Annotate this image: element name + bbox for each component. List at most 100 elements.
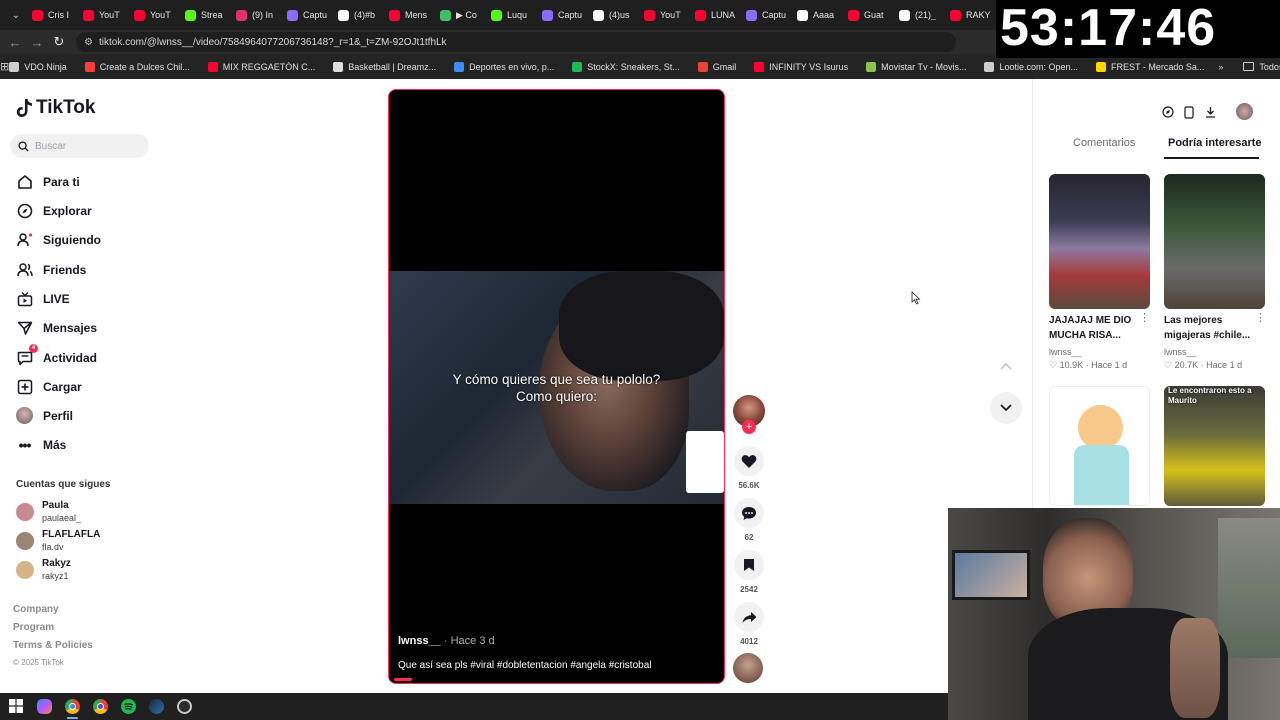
browser-tab[interactable]: YouT [77, 0, 128, 30]
compass-small-icon[interactable] [1161, 105, 1175, 119]
browser-tab[interactable]: YouT [638, 0, 689, 30]
download-icon[interactable] [1203, 105, 1217, 119]
video-progress[interactable] [394, 678, 412, 681]
messages-icon [16, 319, 33, 336]
more-bookmarks-icon[interactable]: » [1218, 62, 1223, 72]
following-account[interactable]: Paula paulaeal_ [16, 500, 81, 524]
bookmark-item[interactable]: Gmail [697, 61, 736, 72]
recommended-title-2[interactable]: Las mejores migajeras #chile... [1164, 313, 1254, 343]
following-text: Rakyz rakyz1 [42, 558, 71, 582]
follow-plus-icon[interactable]: + [742, 420, 756, 434]
reload-icon[interactable]: ↻ [48, 34, 70, 50]
browser-tab[interactable]: Luqu [485, 0, 536, 30]
device-icon[interactable] [1182, 105, 1196, 119]
recommended-thumbnail-2[interactable] [1164, 174, 1265, 309]
browser-tab[interactable]: (9) In [230, 0, 281, 30]
browser-tab[interactable]: Cris I [26, 0, 77, 30]
bookmark-item[interactable]: VDO.Ninja [9, 61, 67, 72]
browser-tab[interactable]: Captu [536, 0, 587, 30]
bookmark-item[interactable]: Movistar Tv - Movis... [866, 61, 966, 72]
browser-tab[interactable]: LUNA [689, 0, 740, 30]
author-name: lwnss__ [398, 635, 441, 647]
nav-explorar[interactable]: Explorar [16, 202, 92, 219]
nav-actividad[interactable]: 4 Actividad [16, 344, 97, 366]
card-menu-icon[interactable]: ⋮ [1255, 311, 1266, 324]
browser-tab[interactable]: (4)#b [332, 0, 383, 30]
recommended-thumbnail-3[interactable] [1049, 386, 1150, 506]
site-info-icon[interactable]: ⚙ [84, 37, 93, 48]
browser-tab[interactable]: Guat [842, 0, 893, 30]
forward-icon[interactable]: → [26, 35, 48, 50]
recommended-thumbnail-1[interactable] [1049, 174, 1150, 309]
browser-tab[interactable]: (4)us [587, 0, 638, 30]
spotify-icon[interactable] [121, 699, 136, 714]
nav-para-ti[interactable]: Para ti [16, 173, 80, 190]
browser-tab[interactable]: Aaaa [791, 0, 842, 30]
following-account[interactable]: FLAFLAFLA fla.dv [16, 529, 100, 553]
nav-label: Cargar [43, 379, 82, 394]
bookmark-label: MIX REGGAETÓN C... [222, 61, 316, 72]
address-bar[interactable]: ⚙ tiktok.com/@lwnss__/video/758496407720… [76, 32, 956, 52]
tab-search-chevron-icon[interactable]: ⌄ [6, 10, 26, 21]
copilot-icon[interactable] [37, 699, 52, 714]
nav-mensajes[interactable]: Mensajes [16, 319, 97, 336]
windows-start-icon[interactable] [9, 699, 24, 714]
tab-podria-interesarte[interactable]: Podría interesarte [1168, 137, 1262, 149]
save-button[interactable] [734, 550, 764, 580]
recommended-author-1[interactable]: lwnss__ [1049, 347, 1082, 357]
nav-siguiendo[interactable]: Siguiendo [16, 231, 101, 248]
tiktok-logo[interactable]: TikTok [16, 97, 95, 119]
card-menu-icon[interactable]: ⋮ [1139, 311, 1150, 324]
footer-terms[interactable]: Terms & Policies [13, 640, 93, 651]
nav-friends[interactable]: Friends [16, 261, 86, 278]
recommended-meta-2: ♡ 20.7K · Hace 1 d [1164, 360, 1243, 370]
chrome-profile-icon[interactable] [93, 699, 108, 714]
like-button[interactable] [734, 446, 764, 476]
video-author[interactable]: lwnss__ · Hace 3 d [398, 635, 495, 647]
tab-favicon-icon [593, 9, 604, 21]
bookmark-item[interactable]: Basketball | Dreamz... [333, 61, 436, 72]
bookmark-item[interactable]: FREST - Mercado Sa... [1096, 61, 1204, 72]
following-account[interactable]: Rakyz rakyz1 [16, 558, 71, 582]
recommended-author-2[interactable]: lwnss__ [1164, 347, 1197, 357]
back-icon[interactable]: ← [4, 35, 26, 50]
bookmark-item[interactable]: MIX REGGAETÓN C... [207, 61, 316, 72]
account-avatar[interactable] [1236, 103, 1253, 120]
browser-tab[interactable]: RAKY [944, 0, 995, 30]
next-video-button[interactable] [990, 392, 1022, 424]
search-input[interactable]: Buscar [10, 134, 149, 158]
bookmark-item[interactable]: StockX: Sneakers, St... [572, 61, 680, 72]
footer-company[interactable]: Company [13, 604, 59, 615]
bookmark-item[interactable]: Lootie.com: Open... [984, 61, 1078, 72]
bookmark-item[interactable]: Create a Dulces Chil... [84, 61, 190, 72]
browser-tab[interactable]: Captu [281, 0, 332, 30]
browser-tab[interactable]: YouT [128, 0, 179, 30]
nav-cargar[interactable]: Cargar [16, 378, 82, 395]
browser-tab[interactable]: Strea [179, 0, 230, 30]
tab-title: Luqu [507, 10, 528, 20]
share-button[interactable] [734, 602, 764, 632]
nav-perfil[interactable]: Perfil [16, 407, 73, 424]
bookmark-item[interactable]: Deportes en vivo, p... [454, 61, 554, 72]
browser-tab[interactable]: Mens [383, 0, 434, 30]
recommended-thumbnail-4[interactable]: Le encontraron esto a Maurito [1164, 386, 1265, 506]
chrome-icon[interactable] [65, 699, 80, 719]
footer-program[interactable]: Program [13, 622, 54, 633]
steam-icon[interactable] [149, 699, 164, 714]
bookmark-favicon-icon [697, 61, 708, 72]
nav-live[interactable]: LIVE [16, 290, 70, 307]
nav-mas[interactable]: ••• Más [16, 436, 67, 453]
bookmark-item[interactable]: INFINITY VS Isurus [754, 61, 848, 72]
browser-tab[interactable]: ▶ Co [434, 0, 485, 30]
tab-comentarios[interactable]: Comentarios [1073, 137, 1135, 149]
all-bookmarks-folder[interactable]: Todos los marcadores [1243, 62, 1280, 72]
obs-icon[interactable] [177, 699, 192, 714]
recommended-title-1[interactable]: JAJAJAJ ME DIO MUCHA RISA... [1049, 313, 1139, 343]
browser-tab[interactable]: Captu [740, 0, 791, 30]
browser-tab[interactable]: (21)_ [893, 0, 944, 30]
previous-video-button[interactable] [990, 350, 1022, 382]
video-player[interactable]: Y cómo quieres que sea tu pololo? Como q… [388, 89, 725, 684]
comment-button[interactable] [734, 498, 764, 528]
apps-grid-icon[interactable]: ⊞ [0, 60, 9, 73]
sound-disc-avatar[interactable] [733, 653, 763, 683]
